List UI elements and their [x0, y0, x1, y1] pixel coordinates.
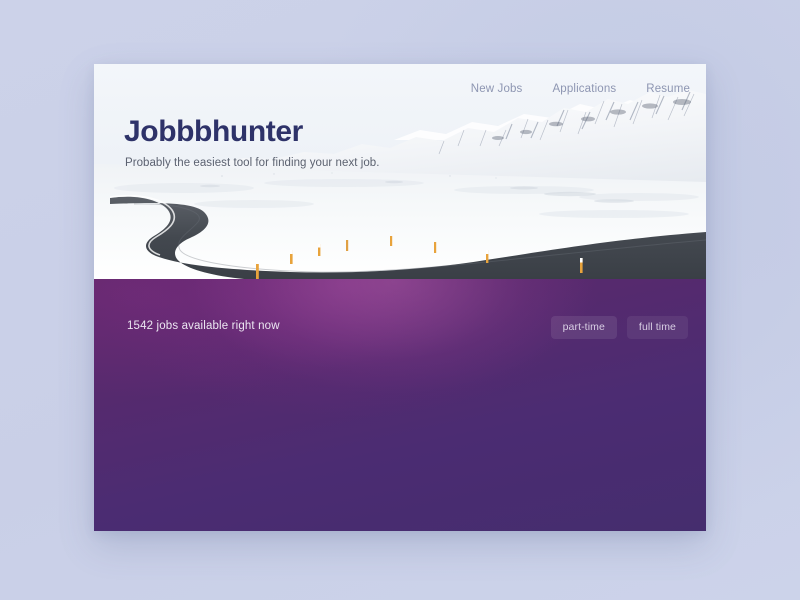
nav-item-resume[interactable]: Resume — [646, 83, 690, 95]
page-title: Jobbbhunter — [124, 115, 303, 148]
hero-section: New Jobs Applications Resume Jobbbhunter… — [94, 64, 706, 279]
jobs-panel-header: 1542 jobs available right now part-time … — [94, 316, 706, 342]
filter-full-time-button[interactable]: full time — [626, 316, 688, 339]
filter-part-time-button[interactable]: part-time — [550, 316, 617, 339]
jobs-available-count: 1542 jobs available right now — [127, 320, 280, 332]
job-type-filters: part-time full time — [550, 316, 688, 339]
nav-item-new-jobs[interactable]: New Jobs — [471, 83, 523, 95]
nav-item-applications[interactable]: Applications — [552, 83, 616, 95]
main-navigation: New Jobs Applications Resume — [471, 83, 690, 95]
hero-text-block: Jobbbhunter Probably the easiest tool fo… — [124, 115, 380, 170]
browser-card: New Jobs Applications Resume Jobbbhunter… — [94, 64, 706, 531]
page-subtitle: Probably the easiest tool for finding yo… — [125, 157, 380, 169]
jobs-panel: 1542 jobs available right now part-time … — [94, 279, 706, 531]
hero-landscape-image — [94, 64, 706, 279]
